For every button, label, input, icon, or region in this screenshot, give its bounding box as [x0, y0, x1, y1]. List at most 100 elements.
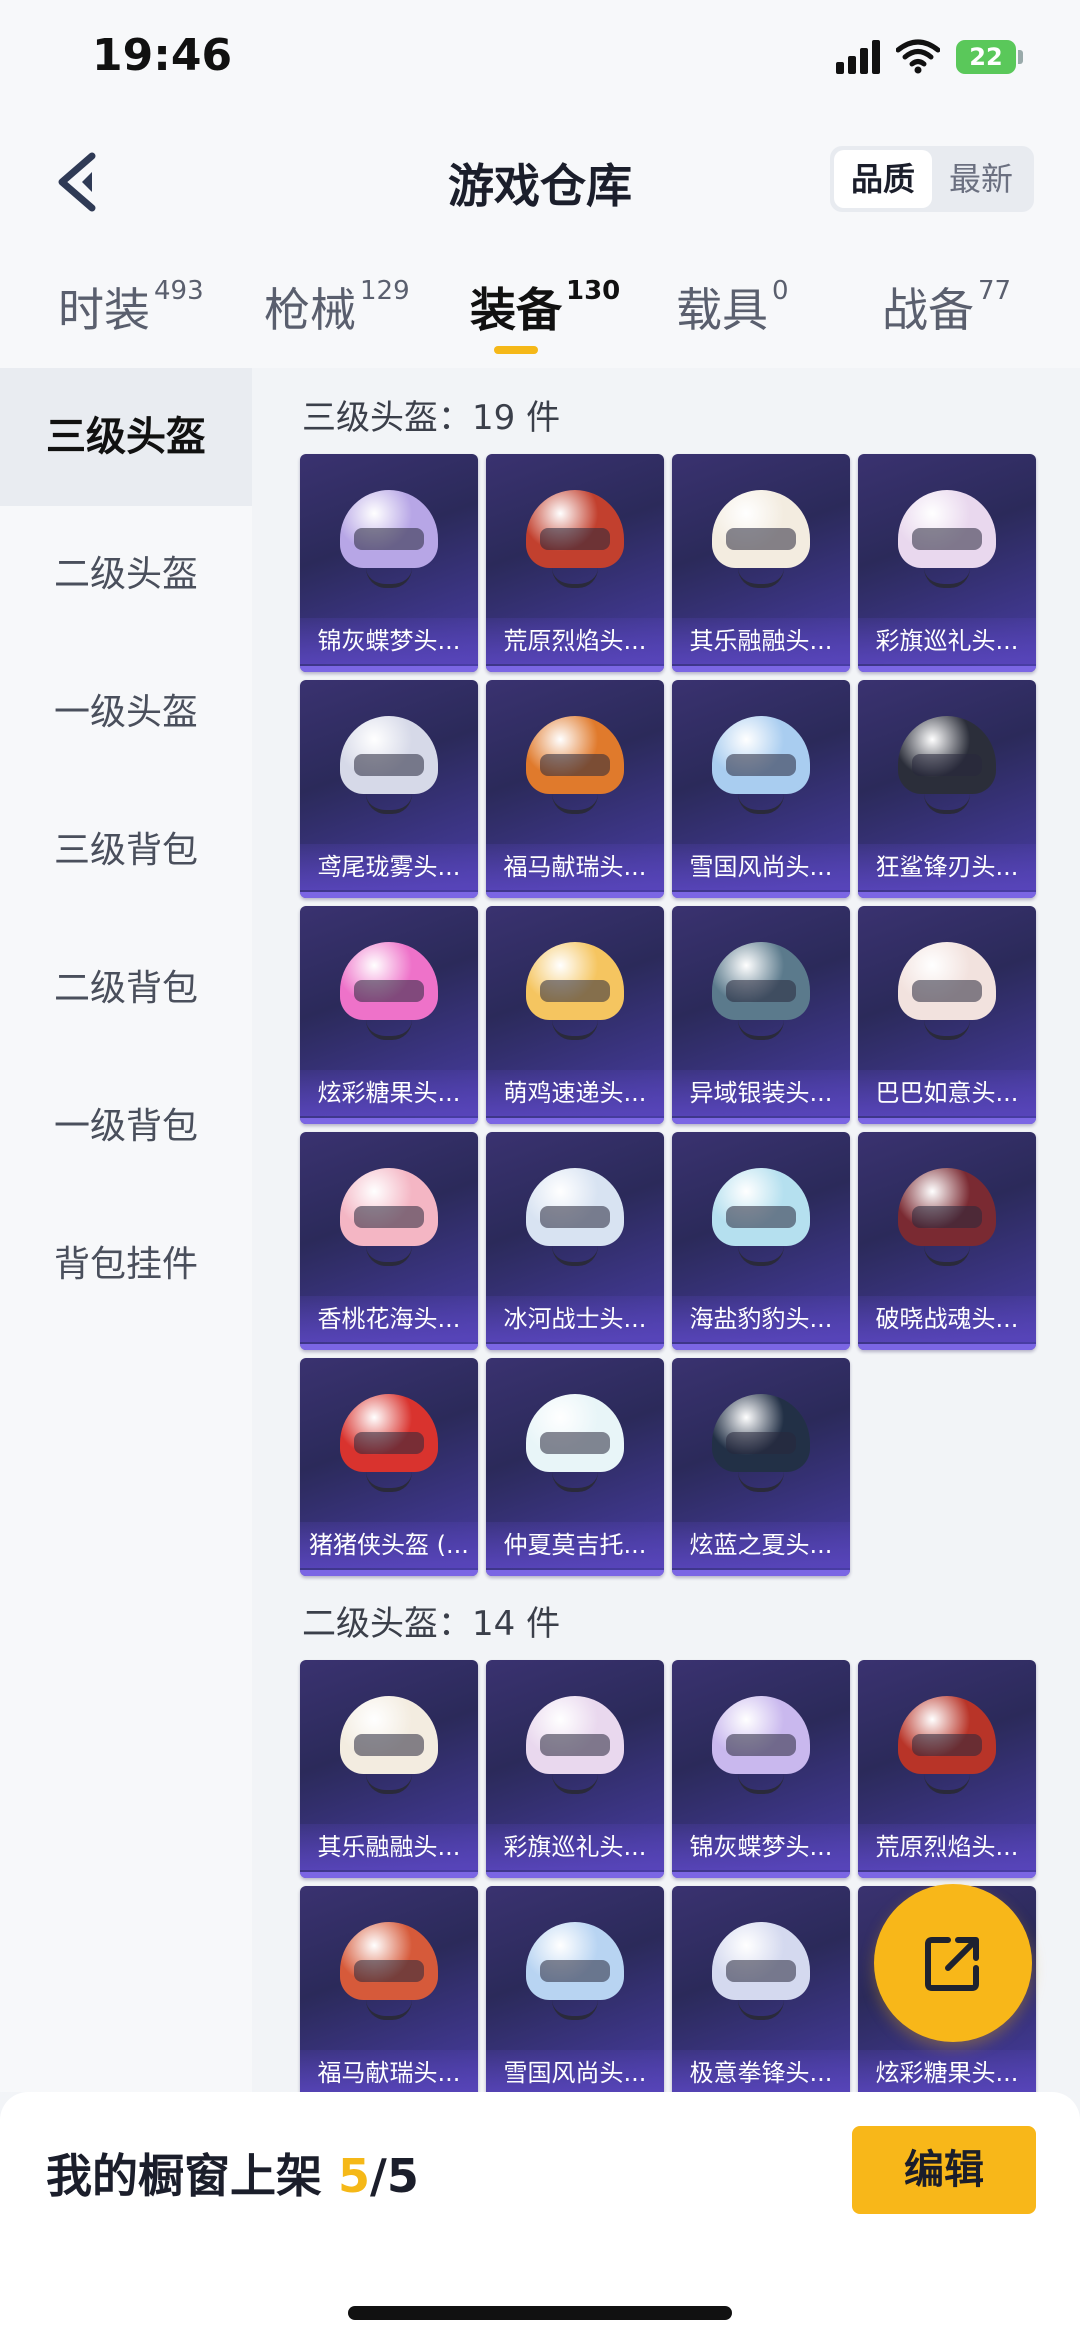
item-card[interactable]: 荒原烈焰头... — [858, 1660, 1036, 1878]
helmet-icon — [522, 1918, 628, 2022]
helmet-icon — [522, 1390, 628, 1494]
item-card[interactable]: 仲夏莫吉托... — [486, 1358, 664, 1576]
item-card[interactable]: 巴巴如意头... — [858, 906, 1036, 1124]
item-card[interactable]: 锦灰蝶梦头... — [300, 454, 478, 672]
item-card[interactable]: 鸢尾珑雾头... — [300, 680, 478, 898]
sidebar-item-level1-helmet[interactable]: 一级头盔 — [0, 644, 252, 782]
status-bar: 19:46 22 — [0, 0, 1080, 120]
tab-vehicles[interactable]: 载具 0 — [676, 274, 789, 340]
item-name: 冰河战士头... — [486, 1296, 664, 1342]
item-card[interactable]: 其乐融融头... — [672, 454, 850, 672]
item-name: 海盐豹豹头... — [672, 1296, 850, 1342]
sidebar-item-level1-backpack[interactable]: 一级背包 — [0, 1058, 252, 1196]
helmet-icon — [708, 1692, 814, 1796]
helmet-icon — [708, 486, 814, 590]
edit-button[interactable]: 编辑 — [852, 2126, 1036, 2214]
sort-toggle: 品质 最新 — [830, 146, 1034, 212]
item-card[interactable]: 彩旗巡礼头... — [858, 454, 1036, 672]
tab-count: 493 — [154, 276, 204, 306]
item-card[interactable]: 海盐豹豹头... — [672, 1132, 850, 1350]
item-card[interactable]: 炫蓝之夏头... — [672, 1358, 850, 1576]
item-name: 炫蓝之夏头... — [672, 1522, 850, 1568]
tab-label: 战备 — [882, 283, 974, 337]
helmet-icon — [522, 1692, 628, 1796]
item-name: 炫彩糖果头... — [300, 1070, 478, 1116]
item-name: 猪猪侠头盔 (... — [300, 1522, 478, 1568]
item-name: 其乐融融头... — [300, 1824, 478, 1870]
item-card[interactable]: 雪国风尚头... — [672, 680, 850, 898]
active-tab-indicator — [494, 346, 538, 354]
battery-tip — [1018, 50, 1023, 64]
tab-count: 130 — [566, 276, 621, 306]
item-name: 锦灰蝶梦头... — [672, 1824, 850, 1870]
cellular-signal-icon — [836, 40, 880, 74]
header: 游戏仓库 品质 最新 — [0, 120, 1080, 250]
item-card[interactable]: 其乐融融头... — [300, 1660, 478, 1878]
helmet-icon — [522, 938, 628, 1042]
sort-newest-button[interactable]: 最新 — [932, 150, 1030, 208]
helmet-icon — [894, 486, 1000, 590]
item-card[interactable]: 猪猪侠头盔 (... — [300, 1358, 478, 1576]
item-name: 鸢尾珑雾头... — [300, 844, 478, 890]
helmet-icon — [894, 712, 1000, 816]
item-card[interactable]: 雪国风尚头... — [486, 1886, 664, 2092]
share-icon — [925, 1937, 979, 1991]
item-card[interactable]: 极意拳锋头... — [672, 1886, 850, 2092]
item-card[interactable]: 冰河战士头... — [486, 1132, 664, 1350]
item-card[interactable]: 萌鸡速递头... — [486, 906, 664, 1124]
sort-quality-button[interactable]: 品质 — [834, 150, 932, 208]
item-card[interactable]: 福马献瑞头... — [486, 680, 664, 898]
share-button[interactable] — [874, 1884, 1032, 2042]
showcase-label: 我的橱窗上架 — [46, 2149, 322, 2203]
sidebar: 三级头盔 二级头盔 一级头盔 三级背包 二级背包 一级背包 背包挂件 — [0, 368, 252, 2092]
sidebar-item-level2-helmet[interactable]: 二级头盔 — [0, 506, 252, 644]
helmet-icon — [522, 1164, 628, 1268]
wifi-icon — [896, 39, 940, 74]
helmet-icon — [894, 938, 1000, 1042]
helmet-icon — [708, 938, 814, 1042]
tab-label: 载具 — [676, 283, 768, 337]
helmet-icon — [708, 1390, 814, 1494]
helmet-icon — [336, 1918, 442, 2022]
tab-count: 77 — [978, 276, 1012, 306]
sidebar-item-level3-helmet[interactable]: 三级头盔 — [0, 368, 252, 506]
item-name: 彩旗巡礼头... — [858, 618, 1036, 664]
tab-label: 装备 — [470, 283, 562, 337]
item-name: 雪国风尚头... — [486, 2050, 664, 2092]
sidebar-item-level2-backpack[interactable]: 二级背包 — [0, 920, 252, 1058]
sidebar-item-level3-backpack[interactable]: 三级背包 — [0, 782, 252, 920]
tab-equipment[interactable]: 装备 130 — [470, 274, 620, 340]
item-card[interactable]: 彩旗巡礼头... — [486, 1660, 664, 1878]
tab-fashion[interactable]: 时装 493 — [58, 274, 204, 340]
item-card[interactable]: 狂鲨锋刃头... — [858, 680, 1036, 898]
helmet-icon — [708, 1918, 814, 2022]
item-name: 萌鸡速递头... — [486, 1070, 664, 1116]
item-card[interactable]: 破晓战魂头... — [858, 1132, 1036, 1350]
tab-weapons[interactable]: 枪械 129 — [264, 274, 410, 340]
item-name: 锦灰蝶梦头... — [300, 618, 478, 664]
tab-label: 时装 — [58, 283, 150, 337]
home-indicator — [348, 2306, 732, 2320]
item-name: 其乐融融头... — [672, 618, 850, 664]
item-card[interactable]: 锦灰蝶梦头... — [672, 1660, 850, 1878]
helmet-icon — [708, 712, 814, 816]
helmet-icon — [336, 1692, 442, 1796]
item-card[interactable]: 异域银装头... — [672, 906, 850, 1124]
helmet-icon — [708, 1164, 814, 1268]
item-name: 荒原烈焰头... — [858, 1824, 1036, 1870]
item-name: 香桃花海头... — [300, 1296, 478, 1342]
item-card[interactable]: 荒原烈焰头... — [486, 454, 664, 672]
item-card[interactable]: 福马献瑞头... — [300, 1886, 478, 2092]
helmet-icon — [894, 1164, 1000, 1268]
sidebar-item-backpack-pendant[interactable]: 背包挂件 — [0, 1196, 252, 1334]
item-card[interactable]: 香桃花海头... — [300, 1132, 478, 1350]
helmet-icon — [522, 712, 628, 816]
showcase-status: 我的橱窗上架 5/5 — [46, 2140, 419, 2206]
item-card[interactable]: 炫彩糖果头... — [300, 906, 478, 1124]
showcase-total: /5 — [370, 2149, 419, 2203]
item-name: 巴巴如意头... — [858, 1070, 1036, 1116]
item-name: 福马献瑞头... — [486, 844, 664, 890]
tab-supplies[interactable]: 战备 77 — [882, 274, 1011, 340]
showcase-count: 5 — [338, 2149, 371, 2203]
category-tabs: 时装 493 枪械 129 装备 130 载具 0 战备 77 — [0, 250, 1080, 368]
